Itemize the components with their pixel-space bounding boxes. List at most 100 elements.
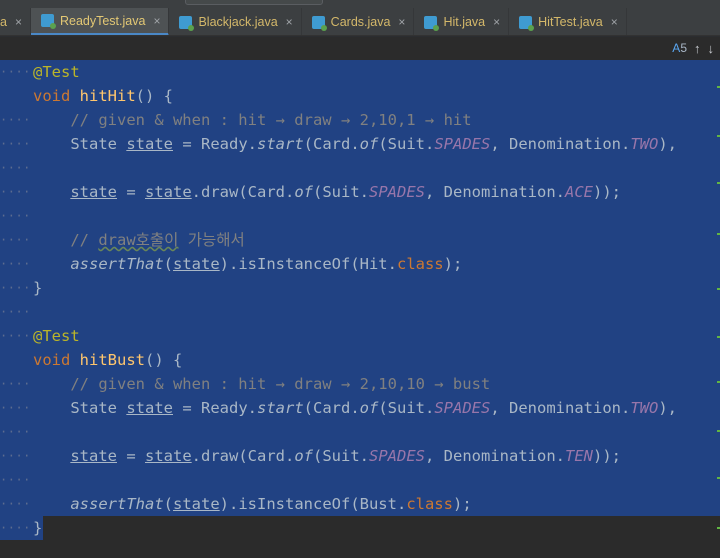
whitespace-dots: ···· bbox=[0, 521, 31, 535]
code-text: ( bbox=[163, 255, 173, 273]
whitespace-dots: ···· bbox=[0, 401, 31, 415]
enum-constant: ACE bbox=[564, 183, 593, 201]
previous-highlight-icon[interactable]: ↑ bbox=[694, 41, 701, 56]
annotation: @Test bbox=[33, 63, 80, 81]
close-icon[interactable]: × bbox=[15, 15, 22, 29]
method-name: hitBust bbox=[79, 351, 145, 369]
code-text: State bbox=[70, 399, 127, 417]
close-icon[interactable]: × bbox=[398, 15, 405, 29]
code-text: , Denomination. bbox=[490, 135, 631, 153]
code-text: () { bbox=[135, 87, 173, 105]
code-text: = bbox=[117, 447, 145, 465]
code-line: ···· // draw호출이 가능해서 bbox=[0, 228, 720, 252]
whitespace-dots: ···· bbox=[0, 377, 31, 391]
tab-label: ReadyTest.java bbox=[59, 13, 146, 28]
whitespace-dots: ···· bbox=[0, 449, 31, 463]
tab-label: a bbox=[0, 15, 7, 29]
code-line-empty: ···· bbox=[0, 420, 720, 444]
close-icon[interactable]: × bbox=[153, 14, 160, 28]
code-text: .draw(Card. bbox=[191, 183, 295, 201]
code-text: ), bbox=[658, 399, 677, 417]
whitespace-dots: ···· bbox=[0, 497, 31, 511]
java-class-icon bbox=[519, 15, 535, 31]
error-stripe[interactable] bbox=[714, 37, 720, 558]
variable: state bbox=[70, 447, 117, 465]
variable: state bbox=[70, 183, 117, 201]
tab-label: Blackjack.java bbox=[198, 15, 278, 29]
tab-hit[interactable]: Hit.java × bbox=[414, 8, 510, 35]
warning-indicator[interactable]: A5 bbox=[672, 41, 687, 55]
code-text: (Suit. bbox=[378, 399, 435, 417]
code-text: (Suit. bbox=[313, 447, 369, 465]
code-line-empty: ···· bbox=[0, 156, 720, 180]
code-editor[interactable]: A5 ↑ ↓ ···· @Test void hitHit() { ···· /… bbox=[0, 37, 720, 558]
method-call: of bbox=[294, 183, 313, 201]
code-text: .draw(Card. bbox=[191, 447, 295, 465]
whitespace-dots: ···· bbox=[0, 209, 31, 223]
tab-cards[interactable]: Cards.java × bbox=[302, 8, 415, 35]
tab-hittest[interactable]: HitTest.java × bbox=[509, 8, 627, 35]
variable: state bbox=[145, 447, 192, 465]
variable: state bbox=[126, 135, 173, 153]
method-call: assertThat bbox=[70, 495, 164, 513]
method-call: of bbox=[359, 399, 379, 417]
code-line: ···· } bbox=[0, 516, 720, 540]
close-icon[interactable]: × bbox=[493, 15, 500, 29]
code-text: ), bbox=[658, 135, 677, 153]
code-text: (Card. bbox=[303, 399, 360, 417]
code-line: ···· } bbox=[0, 276, 720, 300]
tab-blackjack[interactable]: Blackjack.java × bbox=[169, 8, 302, 35]
whitespace-dots: ···· bbox=[0, 305, 31, 319]
keyword: class bbox=[396, 255, 444, 273]
whitespace-dots: ···· bbox=[0, 161, 31, 175]
close-icon[interactable]: × bbox=[286, 15, 293, 29]
navigation-bar[interactable] bbox=[185, 0, 323, 5]
method-call: start bbox=[257, 135, 304, 153]
enum-constant: SPADES bbox=[369, 447, 425, 465]
whitespace-dots: ···· bbox=[0, 329, 31, 343]
tab-readytest[interactable]: ReadyTest.java × bbox=[30, 8, 170, 35]
tab-partial[interactable]: a × bbox=[0, 8, 31, 35]
whitespace-dots: ···· bbox=[0, 65, 31, 79]
comment: // given & when : hit → draw → 2,10,10 →… bbox=[70, 375, 491, 393]
method-call: assertThat bbox=[70, 255, 164, 273]
variable: state bbox=[173, 255, 220, 273]
comment: 가능해서 bbox=[178, 231, 245, 249]
code-text: ).isInstanceOf(Bust. bbox=[219, 495, 407, 513]
code-line: ···· @Test bbox=[0, 60, 720, 84]
brace: } bbox=[33, 279, 43, 297]
code-text: = bbox=[117, 183, 145, 201]
whitespace-dots: ···· bbox=[0, 281, 31, 295]
variable: state bbox=[145, 183, 192, 201]
java-class-icon bbox=[179, 15, 195, 31]
code-line-empty: ···· bbox=[0, 204, 720, 228]
method-name: hitHit bbox=[79, 87, 136, 105]
java-class-icon bbox=[311, 15, 327, 31]
code-text: State bbox=[70, 135, 127, 153]
code-line: ···· assertThat(state).isInstanceOf(Bust… bbox=[0, 492, 720, 516]
java-class-icon bbox=[40, 14, 56, 29]
keyword: void bbox=[33, 87, 71, 105]
enum-constant: TWO bbox=[630, 399, 659, 417]
whitespace-dots: ···· bbox=[0, 233, 31, 247]
enum-constant: SPADES bbox=[434, 135, 491, 153]
enum-constant: TEN bbox=[564, 447, 593, 465]
code-line-empty: ···· bbox=[0, 300, 720, 324]
whitespace-dots: ···· bbox=[0, 473, 31, 487]
code-line: ···· state = state.draw(Card.of(Suit.SPA… bbox=[0, 180, 720, 204]
whitespace-dots: ···· bbox=[0, 425, 31, 439]
variable: state bbox=[126, 399, 173, 417]
keyword: class bbox=[406, 495, 453, 513]
code-line: void hitHit() { bbox=[0, 84, 720, 108]
whitespace-dots: ···· bbox=[0, 185, 31, 199]
whitespace-dots: ···· bbox=[0, 257, 31, 271]
code-line-empty: ···· bbox=[0, 468, 720, 492]
enum-constant: TWO bbox=[630, 135, 659, 153]
code-lines: ···· @Test void hitHit() { ···· // given… bbox=[0, 60, 720, 540]
enum-constant: SPADES bbox=[369, 183, 425, 201]
close-icon[interactable]: × bbox=[611, 15, 618, 29]
comment: // bbox=[70, 231, 99, 249]
code-line: ···· // given & when : hit → draw → 2,10… bbox=[0, 108, 720, 132]
method-call: of bbox=[359, 135, 379, 153]
tab-label: Cards.java bbox=[330, 15, 391, 29]
